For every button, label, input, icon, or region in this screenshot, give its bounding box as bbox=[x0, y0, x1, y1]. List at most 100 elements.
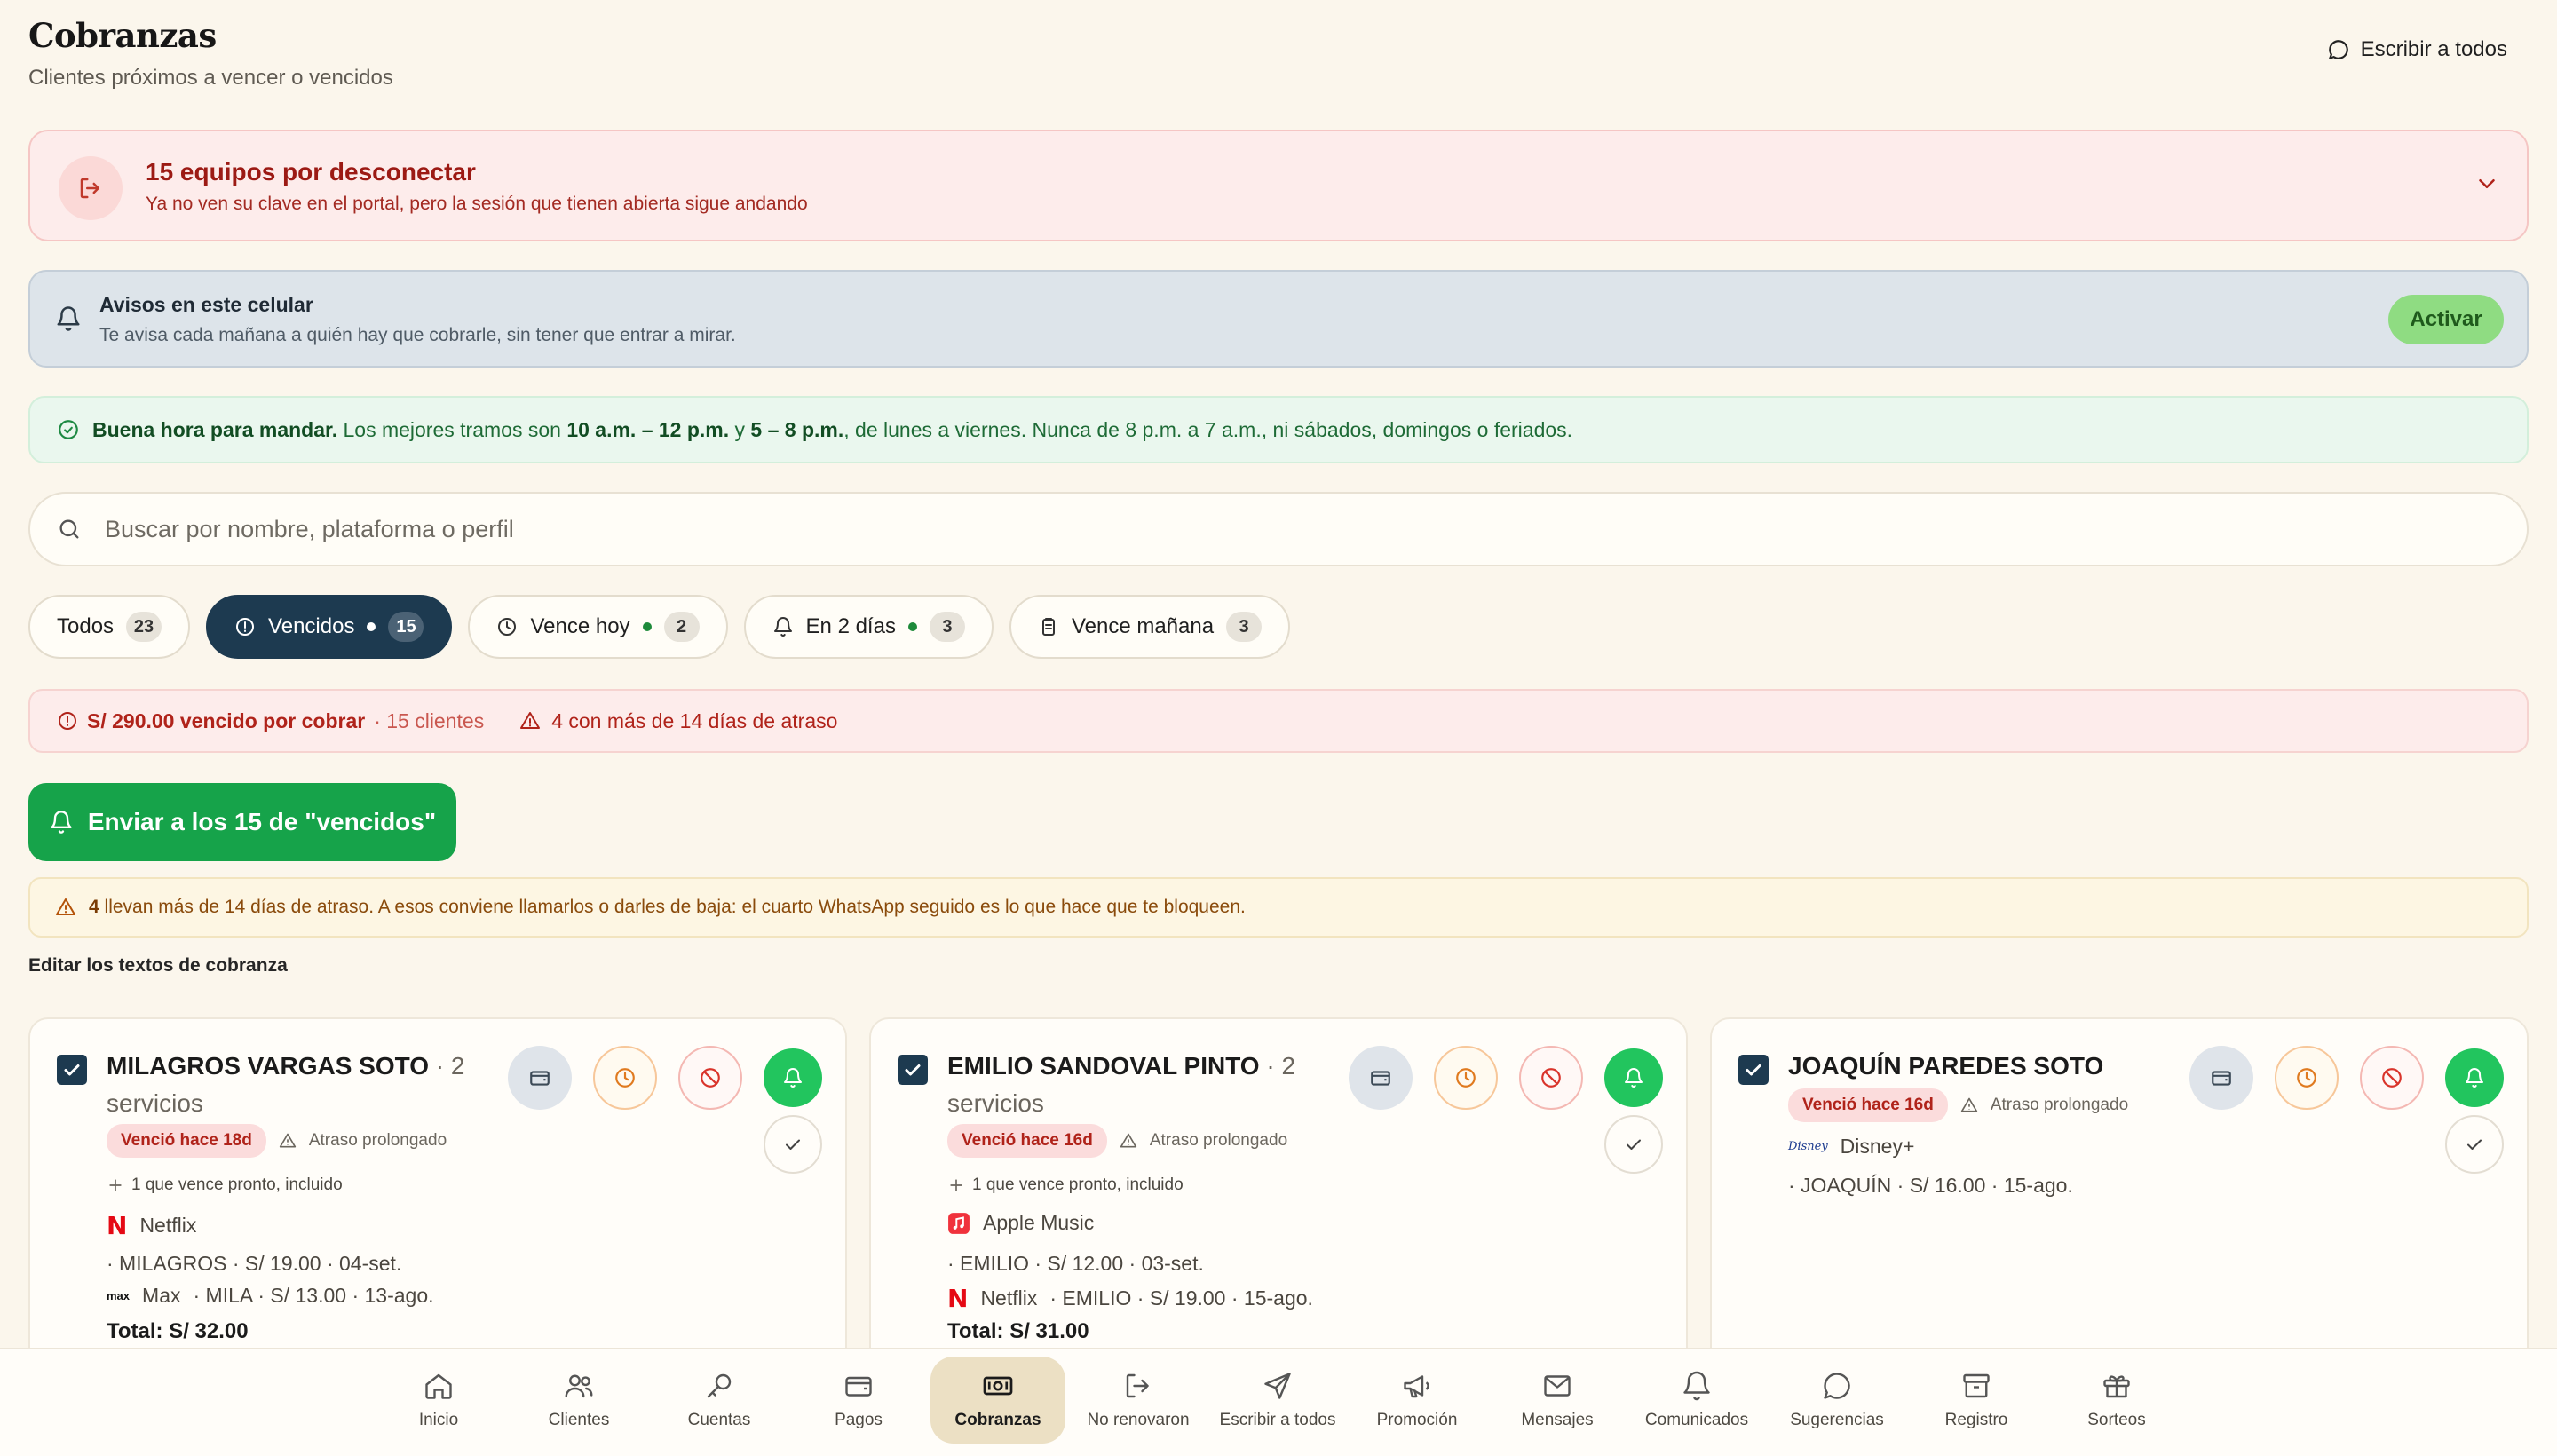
service-detail: · EMILIO · S/ 19.00 · 15-ago. bbox=[1049, 1286, 1313, 1310]
filter-vence-manana[interactable]: Vence mañana 3 bbox=[1009, 595, 1291, 659]
warning-triangle-icon bbox=[1120, 1132, 1137, 1150]
clock-icon bbox=[496, 616, 518, 637]
write-all-button[interactable]: Escribir a todos bbox=[2327, 37, 2507, 62]
disney-icon: Disney bbox=[1788, 1140, 1828, 1153]
service-name: Max bbox=[142, 1284, 181, 1307]
check-icon bbox=[1623, 1134, 1644, 1155]
nav-sugerencias[interactable]: Sugerencias bbox=[1769, 1357, 1904, 1444]
chat-icon bbox=[1821, 1370, 1853, 1402]
cancel-service-button[interactable] bbox=[2360, 1046, 2424, 1110]
filter-count: 3 bbox=[929, 612, 965, 642]
service-detail: · JOAQUÍN · S/ 16.00 · 15-ago. bbox=[1788, 1174, 2073, 1197]
check-icon bbox=[2464, 1134, 2485, 1155]
register-payment-button[interactable] bbox=[1349, 1046, 1413, 1110]
nav-pagos[interactable]: Pagos bbox=[791, 1357, 926, 1444]
status-dot bbox=[367, 622, 376, 631]
nav-sorteos[interactable]: Sorteos bbox=[2049, 1357, 2184, 1444]
clock-icon bbox=[2295, 1066, 2318, 1089]
service-name: Apple Music bbox=[983, 1211, 1095, 1234]
send-reminder-button[interactable] bbox=[2445, 1048, 2504, 1107]
gift-icon bbox=[2101, 1370, 2133, 1402]
nav-comunicados[interactable]: Comunicados bbox=[1629, 1357, 1764, 1444]
filter-en-2-dias[interactable]: En 2 días 3 bbox=[743, 595, 994, 659]
register-payment-button[interactable] bbox=[2189, 1046, 2253, 1110]
cancel-service-button[interactable] bbox=[1519, 1046, 1583, 1110]
chat-bubble-icon bbox=[2327, 38, 2350, 61]
overdue-badge: Venció hace 16d bbox=[1788, 1088, 1948, 1122]
status-dot bbox=[907, 622, 917, 631]
extra-service-note: 1 que vence pronto, incluido bbox=[972, 1175, 1184, 1194]
service-name: Disney+ bbox=[1840, 1135, 1915, 1158]
postpone-button[interactable] bbox=[2275, 1046, 2339, 1110]
filter-label: Todos bbox=[57, 614, 115, 638]
netflix-icon: N bbox=[107, 1211, 128, 1240]
netflix-icon: N bbox=[947, 1284, 969, 1313]
edit-messages-link[interactable]: Editar los textos de cobranza bbox=[28, 955, 288, 977]
filter-vence-hoy[interactable]: Vence hoy 2 bbox=[468, 595, 728, 659]
delay-label: Atraso prolongado bbox=[308, 1131, 447, 1150]
long-delay-warning: 4 con más de 14 días de atraso bbox=[519, 709, 837, 733]
mark-paid-button[interactable] bbox=[1604, 1115, 1663, 1174]
ban-icon bbox=[1540, 1066, 1563, 1089]
nav-no-renovaron[interactable]: No renovaron bbox=[1071, 1357, 1206, 1444]
filter-todos[interactable]: Todos 23 bbox=[28, 595, 191, 659]
mail-icon bbox=[1541, 1370, 1573, 1402]
cancel-service-button[interactable] bbox=[678, 1046, 742, 1110]
clock-icon bbox=[1454, 1066, 1477, 1089]
mark-paid-button[interactable] bbox=[764, 1115, 822, 1174]
key-icon bbox=[703, 1370, 735, 1402]
send-reminder-button[interactable] bbox=[764, 1048, 822, 1107]
disconnect-banner[interactable]: 15 equipos por desconectar Ya no ven su … bbox=[28, 130, 2529, 241]
overdue-clients: · 15 clientes bbox=[374, 708, 485, 732]
postpone-button[interactable] bbox=[1434, 1046, 1498, 1110]
search-input[interactable] bbox=[105, 515, 2324, 543]
archive-icon bbox=[1960, 1370, 1992, 1402]
search-bar[interactable] bbox=[28, 492, 2529, 566]
bell-icon bbox=[1623, 1067, 1644, 1088]
disconnect-subtitle: Ya no ven su clave en el portal, pero la… bbox=[146, 194, 808, 214]
service-name: Netflix bbox=[139, 1214, 197, 1237]
select-checkbox[interactable] bbox=[57, 1055, 87, 1085]
megaphone-icon bbox=[1401, 1370, 1433, 1402]
register-payment-button[interactable] bbox=[508, 1046, 572, 1110]
client-total: Total: S/ 31.00 bbox=[947, 1319, 1089, 1343]
nav-inicio[interactable]: Inicio bbox=[371, 1357, 506, 1444]
send-reminder-button[interactable] bbox=[1604, 1048, 1663, 1107]
nav-escribir-a-todos[interactable]: Escribir a todos bbox=[1210, 1357, 1345, 1444]
ban-icon bbox=[2380, 1066, 2403, 1089]
bell-icon bbox=[2464, 1067, 2485, 1088]
client-name: EMILIO SANDOVAL PINTO · 2 servicios bbox=[947, 1052, 1296, 1117]
client-name: JOAQUÍN PAREDES SOTO bbox=[1788, 1052, 2104, 1080]
check-icon bbox=[782, 1134, 804, 1155]
good-hour-text: Buena hora para mandar. Los mejores tram… bbox=[92, 417, 1573, 441]
service-name: Netflix bbox=[980, 1286, 1038, 1310]
banknote-icon bbox=[980, 1370, 1016, 1402]
nav-cuentas[interactable]: Cuentas bbox=[652, 1357, 787, 1444]
send-reminders-button[interactable]: Enviar a los 15 de "vencidos" bbox=[28, 783, 456, 861]
nav-registro[interactable]: Registro bbox=[1909, 1357, 2044, 1444]
filter-count: 3 bbox=[1226, 612, 1263, 642]
nav-clientes[interactable]: Clientes bbox=[511, 1357, 646, 1444]
wallet-icon bbox=[2210, 1066, 2233, 1089]
delay-advice-note: 4 llevan más de 14 días de atraso. A eso… bbox=[28, 877, 2529, 938]
extra-service-note: 1 que vence pronto, incluido bbox=[131, 1175, 343, 1194]
service-detail: · EMILIO · S/ 12.00 · 03-set. bbox=[947, 1252, 1204, 1275]
chevron-down-icon[interactable] bbox=[2474, 170, 2500, 197]
nav-promocion[interactable]: Promoción bbox=[1350, 1357, 1484, 1444]
overdue-badge: Venció hace 16d bbox=[947, 1124, 1107, 1158]
activate-button[interactable]: Activar bbox=[2388, 295, 2504, 344]
mark-paid-button[interactable] bbox=[2445, 1115, 2504, 1174]
filter-vencidos[interactable]: Vencidos 15 bbox=[206, 595, 453, 659]
nav-mensajes[interactable]: Mensajes bbox=[1490, 1357, 1625, 1444]
select-checkbox[interactable] bbox=[1738, 1055, 1769, 1085]
overdue-amount: S/ 290.00 vencido por cobrar bbox=[87, 708, 366, 732]
overdue-summary: S/ 290.00 vencido por cobrar · 15 client… bbox=[28, 689, 2529, 753]
notifications-subtitle: Te avisa cada mañana a quién hay que cob… bbox=[99, 325, 736, 345]
postpone-button[interactable] bbox=[593, 1046, 657, 1110]
good-hour-banner: Buena hora para mandar. Los mejores tram… bbox=[28, 396, 2529, 463]
select-checkbox[interactable] bbox=[898, 1055, 928, 1085]
send-reminders-label: Enviar a los 15 de "vencidos" bbox=[87, 808, 437, 835]
plus-icon bbox=[107, 1176, 124, 1194]
wallet-icon bbox=[528, 1066, 551, 1089]
nav-cobranzas[interactable]: Cobranzas bbox=[930, 1357, 1065, 1444]
